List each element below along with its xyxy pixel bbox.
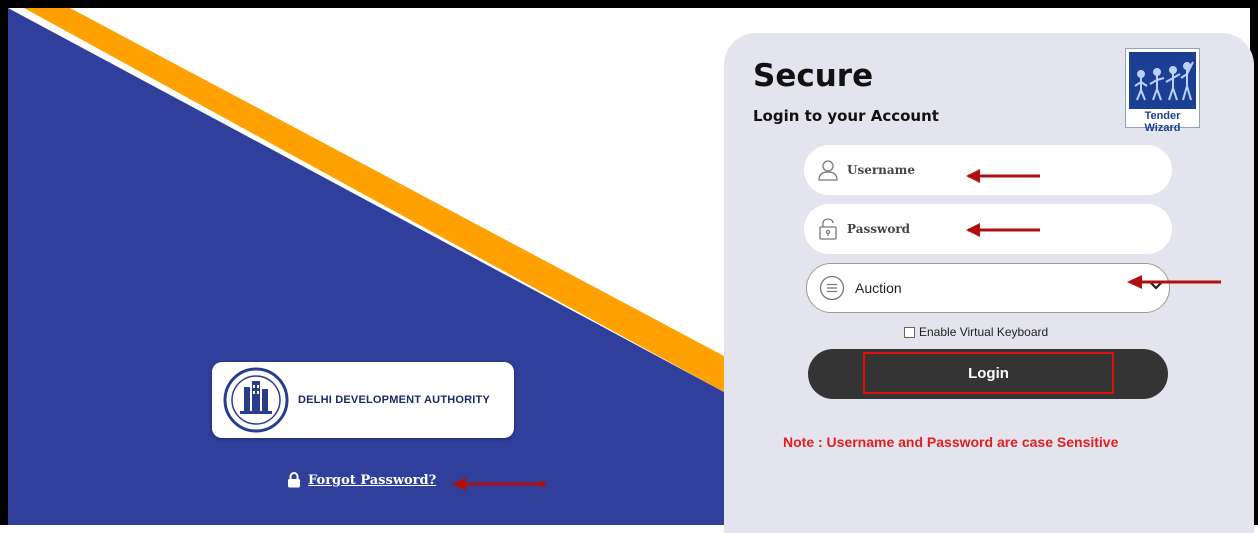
background-diagonal: [8, 8, 724, 525]
case-sensitive-note: Note : Username and Password are case Se…: [783, 434, 1119, 450]
annotation-arrow-password: [966, 223, 1040, 237]
frame-left-border: [0, 0, 8, 525]
login-type-select[interactable]: Auction: [806, 263, 1170, 313]
login-type-value: Auction: [855, 280, 902, 296]
tender-wizard-logo: Tender Wizard: [1125, 48, 1200, 134]
virtual-keyboard-option: Enable Virtual Keyboard: [904, 325, 1048, 339]
dda-name-text: DELHI DEVELOPMENT AUTHORITY: [298, 394, 490, 406]
tender-wizard-figures-icon: [1129, 52, 1196, 109]
user-icon: [818, 160, 838, 181]
login-button-label[interactable]: Login: [863, 352, 1114, 394]
forgot-password-link[interactable]: Forgot Password?: [308, 473, 436, 488]
list-icon: [819, 275, 845, 301]
page-title: Secure: [753, 58, 874, 94]
annotation-arrow-select: [1127, 275, 1221, 289]
dda-logo-card: DELHI DEVELOPMENT AUTHORITY: [212, 362, 514, 438]
virtual-keyboard-checkbox[interactable]: [904, 326, 915, 338]
padlock-icon: [288, 472, 300, 488]
annotation-arrow-username: [966, 169, 1040, 183]
username-placeholder: Username: [847, 163, 916, 177]
login-subtitle: Login to your Account: [753, 107, 939, 125]
password-placeholder: Password: [847, 222, 911, 236]
lock-icon: [819, 218, 837, 240]
forgot-password-row: Forgot Password?: [287, 472, 436, 488]
frame-top-border: [0, 0, 1258, 8]
tender-wizard-text: Tender Wizard: [1144, 110, 1181, 134]
dda-emblem-icon: [223, 367, 289, 433]
virtual-keyboard-label[interactable]: Enable Virtual Keyboard: [919, 325, 1048, 339]
annotation-arrow-forgot-password: [452, 477, 546, 491]
